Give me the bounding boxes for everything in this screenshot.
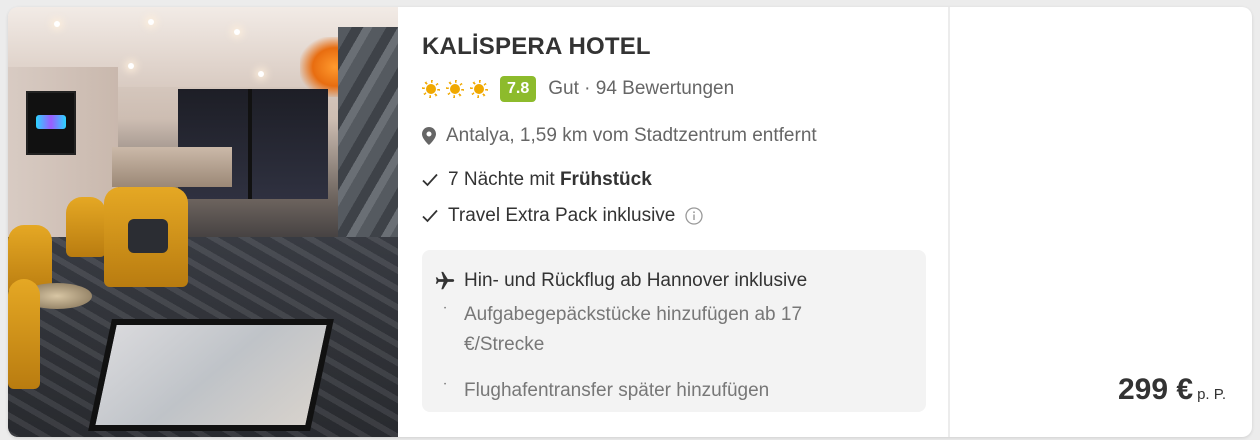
- sun-icon: [422, 80, 440, 98]
- baggage-option[interactable]: Aufgabegepäckstücke hinzufügen ab 17 €/S…: [464, 300, 824, 360]
- photo-armchair: [66, 197, 106, 257]
- location-pin-icon: [422, 127, 436, 145]
- transfer-option[interactable]: Flughafentransfer später hinzufügen: [464, 376, 769, 406]
- ceiling-light: [148, 19, 154, 25]
- column-divider: [948, 7, 950, 437]
- info-icon[interactable]: [685, 207, 704, 225]
- location-text: Antalya, 1,59 km vom Stadtzentrum entfer…: [446, 125, 817, 146]
- ceiling-light: [234, 29, 240, 35]
- photo-reception-counter: [112, 147, 232, 187]
- ceiling-light: [258, 71, 264, 77]
- nights-prefix: 7 Nächte mit: [448, 169, 560, 190]
- ceiling-light: [128, 63, 134, 69]
- feature-nights: 7 Nächte mit Frühstück: [422, 167, 652, 193]
- bullet: •: [444, 306, 447, 312]
- hotel-name[interactable]: KALİSPERA HOTEL: [422, 33, 651, 61]
- hotel-photo[interactable]: [8, 7, 398, 437]
- sun-icon: [470, 80, 488, 98]
- flight-title: Hin- und Rückflug ab Hannover inklusive: [464, 270, 808, 291]
- photo-floor-inlay: [88, 319, 334, 431]
- flight-title-row: Hin- und Rückflug ab Hannover inklusive: [434, 268, 807, 294]
- location-row: Antalya, 1,59 km vom Stadtzentrum entfer…: [422, 123, 817, 149]
- check-icon: [422, 209, 438, 223]
- board-type: Frühstück: [559, 169, 652, 190]
- flight-info-box: Hin- und Rückflug ab Hannover inklusive …: [422, 250, 926, 412]
- price-unit: p. P.: [1197, 386, 1226, 403]
- photo-cushion: [128, 219, 168, 253]
- sun-icon: [446, 80, 464, 98]
- check-icon: [422, 173, 438, 187]
- price-amount: 299 €: [1118, 373, 1194, 406]
- plane-icon: [435, 271, 455, 290]
- photo-armchair: [8, 279, 40, 389]
- ceiling-light: [54, 21, 60, 27]
- extra-pack-text: Travel Extra Pack inklusive: [448, 205, 676, 226]
- feature-extra-pack: Travel Extra Pack inklusive: [422, 203, 704, 229]
- hotel-info: KALİSPERA HOTEL 7.8 Gut · 94 Bewertungen…: [422, 7, 942, 437]
- rating-score-badge: 7.8: [500, 76, 537, 102]
- rating-row: 7.8 Gut · 94 Bewertungen: [422, 75, 734, 103]
- photo-tv: [26, 91, 76, 155]
- hotel-card[interactable]: KALİSPERA HOTEL 7.8 Gut · 94 Bewertungen…: [8, 7, 1252, 437]
- rating-text[interactable]: Gut · 94 Bewertungen: [548, 78, 734, 100]
- price-area[interactable]: 299 € p. P.: [1118, 373, 1226, 407]
- bullet: •: [444, 382, 447, 388]
